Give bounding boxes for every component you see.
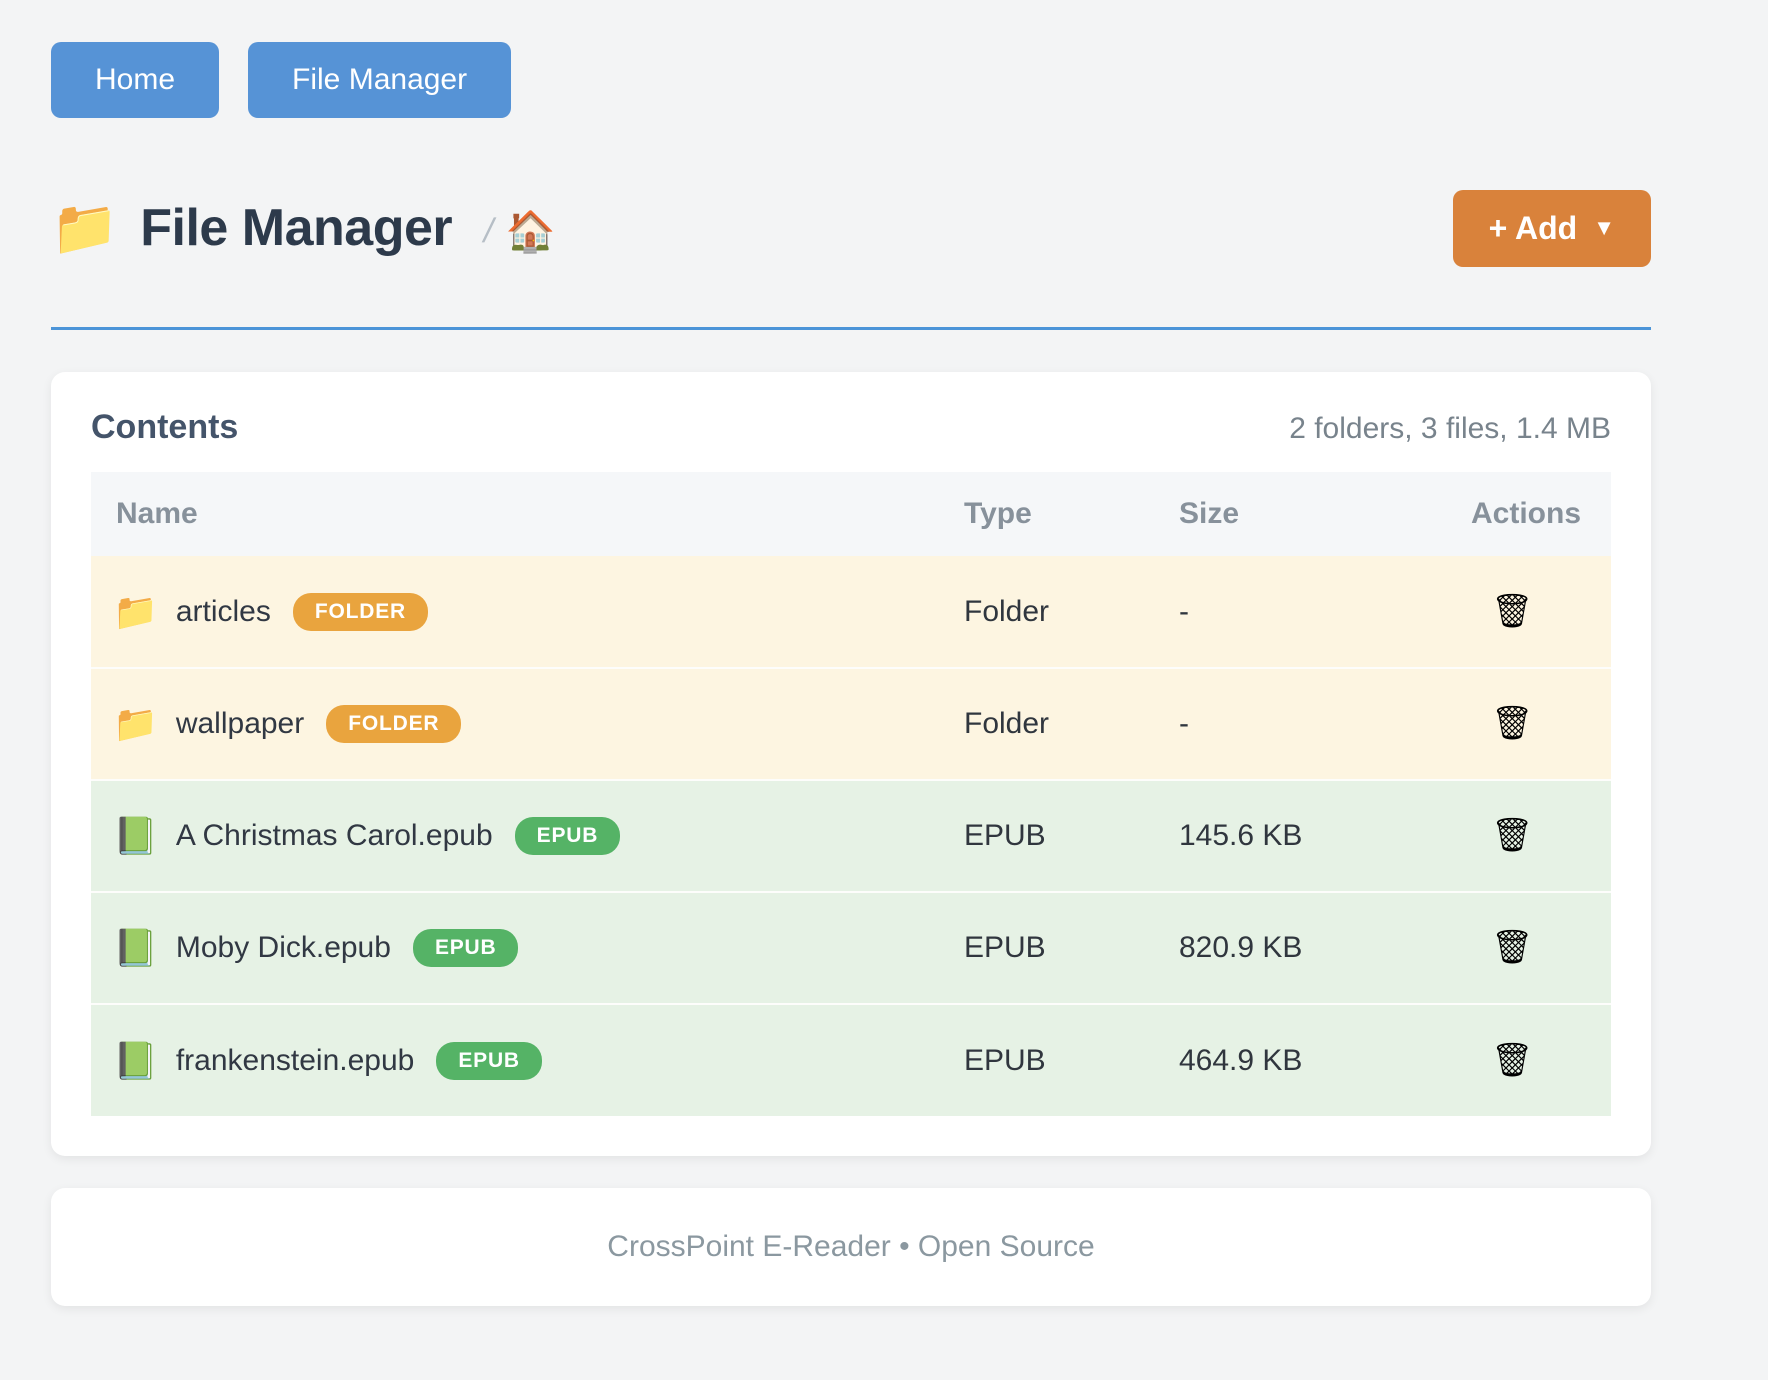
table-row[interactable]: 📁 wallpaper FOLDER Folder - 🗑 [91, 668, 1611, 780]
file-type-icon: 📗 [113, 818, 158, 854]
type-badge: EPUB [436, 1042, 542, 1080]
contents-card: Contents 2 folders, 3 files, 1.4 MB Name… [51, 372, 1651, 1156]
column-header-size: Size [1179, 472, 1471, 556]
type-badge: FOLDER [293, 593, 428, 631]
trash-icon: 🗑 [1491, 1041, 1533, 1078]
page-title: File Manager [140, 198, 452, 258]
page-container: Home File Manager 📁 File Manager / 🏠 + A… [51, 0, 1651, 1306]
home-nav-button[interactable]: Home [51, 42, 219, 118]
delete-button[interactable]: 🗑 [1491, 594, 1533, 627]
breadcrumb-home-icon[interactable]: 🏠 [506, 208, 556, 255]
trash-icon: 🗑 [1491, 704, 1533, 741]
file-type-icon: 📗 [113, 1043, 158, 1079]
table-row[interactable]: 📗 A Christmas Carol.epub EPUB EPUB 145.6… [91, 780, 1611, 892]
file-size: 145.6 KB [1179, 780, 1471, 892]
delete-button[interactable]: 🗑 [1491, 706, 1533, 739]
type-badge: EPUB [413, 929, 519, 967]
delete-button[interactable]: 🗑 [1491, 1043, 1533, 1076]
file-type: EPUB [964, 1004, 1179, 1116]
file-name[interactable]: A Christmas Carol.epub [176, 819, 493, 853]
file-type-icon: 📁 [113, 594, 158, 630]
column-header-type: Type [964, 472, 1179, 556]
trash-icon: 🗑 [1491, 928, 1533, 965]
table-row[interactable]: 📗 frankenstein.epub EPUB EPUB 464.9 KB 🗑 [91, 1004, 1611, 1116]
table-row[interactable]: 📗 Moby Dick.epub EPUB EPUB 820.9 KB 🗑 [91, 892, 1611, 1004]
table-header-row: Name Type Size Actions [91, 472, 1611, 556]
footer-card: CrossPoint E-Reader • Open Source [51, 1188, 1651, 1306]
file-name[interactable]: Moby Dick.epub [176, 931, 391, 965]
column-header-name: Name [91, 472, 964, 556]
contents-summary: 2 folders, 3 files, 1.4 MB [1289, 412, 1611, 446]
file-type-icon: 📗 [113, 930, 158, 966]
folder-icon: 📁 [51, 201, 118, 255]
delete-button[interactable]: 🗑 [1491, 930, 1533, 963]
delete-button[interactable]: 🗑 [1491, 818, 1533, 851]
add-button[interactable]: + Add ▼ [1453, 190, 1651, 267]
type-badge: FOLDER [326, 705, 461, 743]
file-table: Name Type Size Actions 📁 articles FOLDER… [91, 472, 1611, 1116]
file-name[interactable]: frankenstein.epub [176, 1044, 415, 1078]
contents-title: Contents [91, 408, 238, 447]
file-size: 464.9 KB [1179, 1004, 1471, 1116]
file-name[interactable]: wallpaper [176, 707, 304, 741]
trash-icon: 🗑 [1491, 592, 1533, 629]
page-header: 📁 File Manager / 🏠 + Add ▼ [51, 189, 1651, 267]
footer-text: CrossPoint E-Reader • Open Source [607, 1230, 1094, 1264]
chevron-down-icon: ▼ [1593, 215, 1615, 241]
file-type: Folder [964, 556, 1179, 668]
file-type: EPUB [964, 892, 1179, 1004]
header-divider [51, 327, 1651, 330]
file-size: - [1179, 668, 1471, 780]
trash-icon: 🗑 [1491, 816, 1533, 853]
add-button-label: + Add [1489, 210, 1578, 247]
file-type: EPUB [964, 780, 1179, 892]
file-size: 820.9 KB [1179, 892, 1471, 1004]
breadcrumb-separator: / [480, 212, 498, 251]
file-type-icon: 📁 [113, 706, 158, 742]
file-manager-nav-button[interactable]: File Manager [248, 42, 511, 118]
file-type: Folder [964, 668, 1179, 780]
table-row[interactable]: 📁 articles FOLDER Folder - 🗑 [91, 556, 1611, 668]
file-size: - [1179, 556, 1471, 668]
top-nav: Home File Manager [51, 0, 1651, 118]
column-header-actions: Actions [1471, 472, 1611, 556]
type-badge: EPUB [515, 817, 621, 855]
file-name[interactable]: articles [176, 595, 271, 629]
contents-card-header: Contents 2 folders, 3 files, 1.4 MB [91, 408, 1611, 447]
